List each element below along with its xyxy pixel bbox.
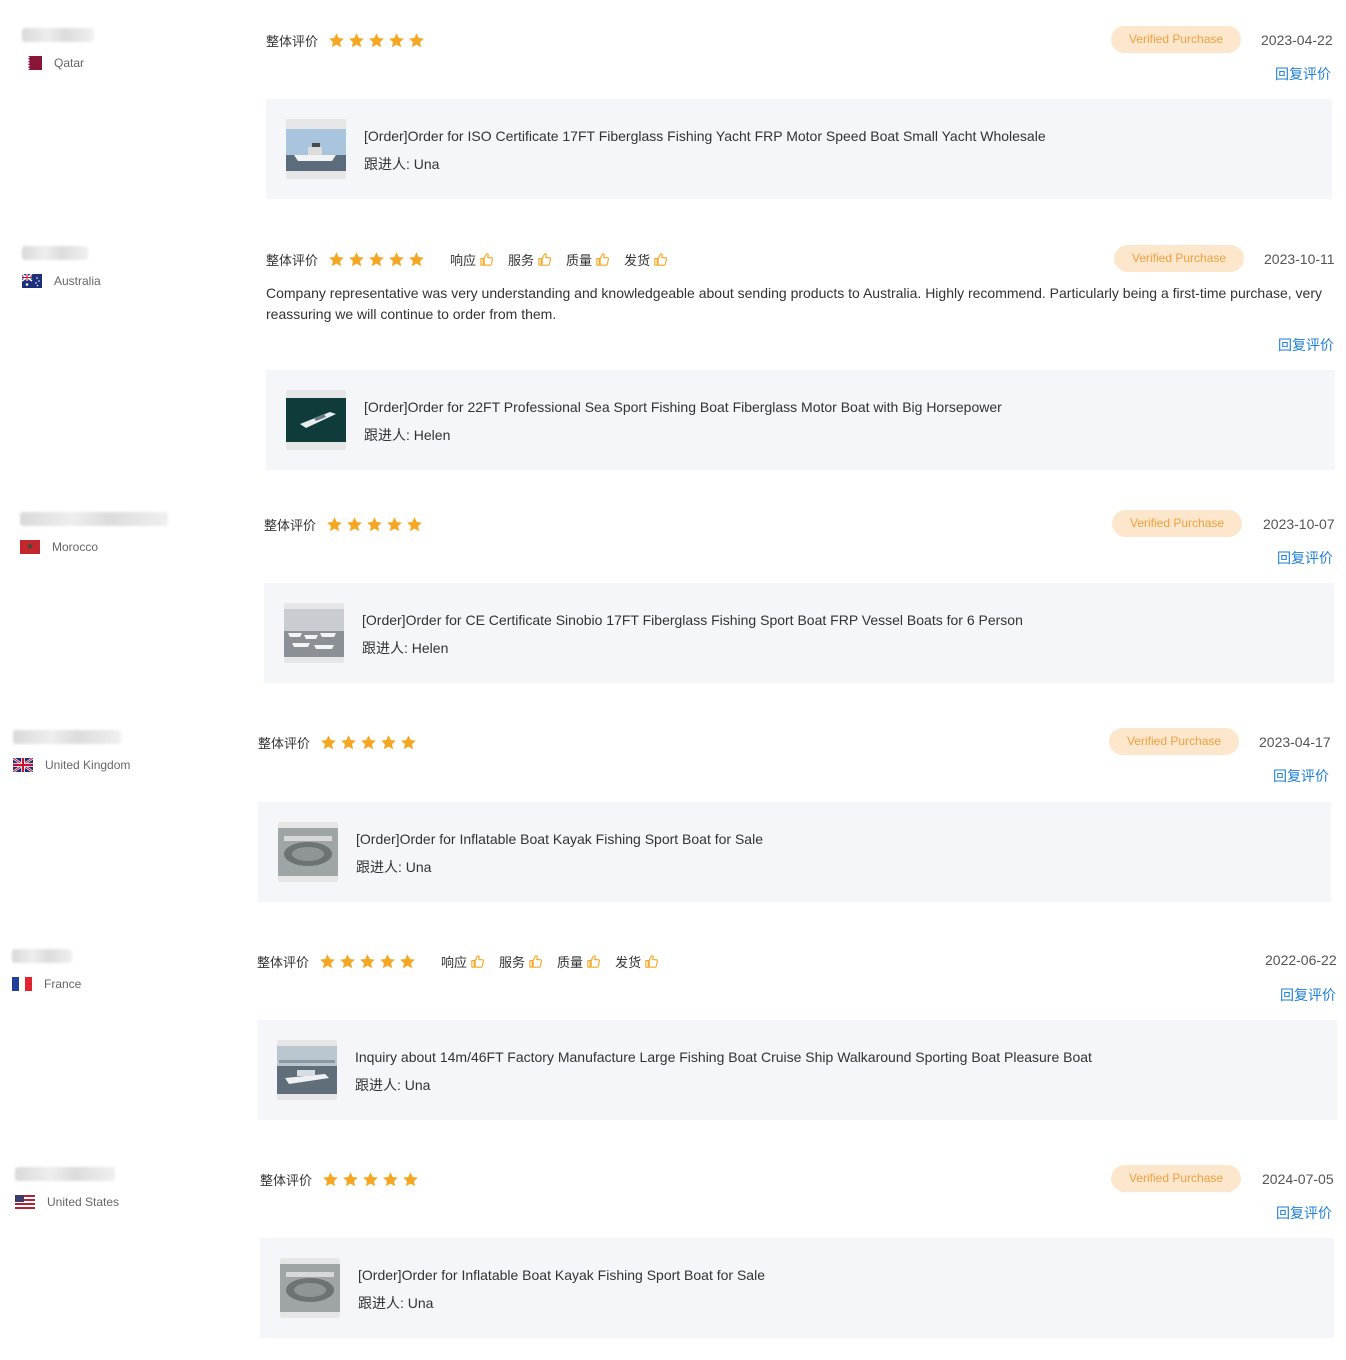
review-date: 2024-07-05: [1262, 1171, 1334, 1187]
overall-rating-label: 整体评价: [260, 1172, 313, 1188]
star-icon: [363, 1171, 378, 1186]
reviewer-info: United States: [15, 1167, 119, 1209]
product-thumbnail[interactable]: [280, 1258, 340, 1318]
star-icon: [343, 1171, 358, 1186]
product-card[interactable]: [Order]Order for Inflatable Boat Kayak F…: [260, 1238, 1334, 1338]
review-item: United States 整体评价 Verified Purchase 202…: [0, 0, 1346, 1360]
star-icon: [323, 1171, 338, 1186]
verified-purchase-badge: Verified Purchase: [1111, 1165, 1242, 1192]
star-rating: [322, 1171, 422, 1188]
reply-review-link[interactable]: 回复评价: [1276, 1204, 1332, 1222]
reviewer-country: United States: [47, 1195, 120, 1209]
star-icon: [383, 1171, 398, 1186]
follower-line: 跟进人: Una: [358, 1293, 433, 1313]
star-icon: [403, 1171, 418, 1186]
product-title[interactable]: [Order]Order for Inflatable Boat Kayak F…: [358, 1267, 765, 1283]
reviewer-name-blurred: [15, 1167, 115, 1181]
us-flag-icon: [15, 1195, 35, 1209]
follower-name: Una: [407, 1295, 434, 1311]
follower-label: 跟进人:: [358, 1295, 404, 1311]
rating-row: 整体评价: [260, 1169, 422, 1189]
